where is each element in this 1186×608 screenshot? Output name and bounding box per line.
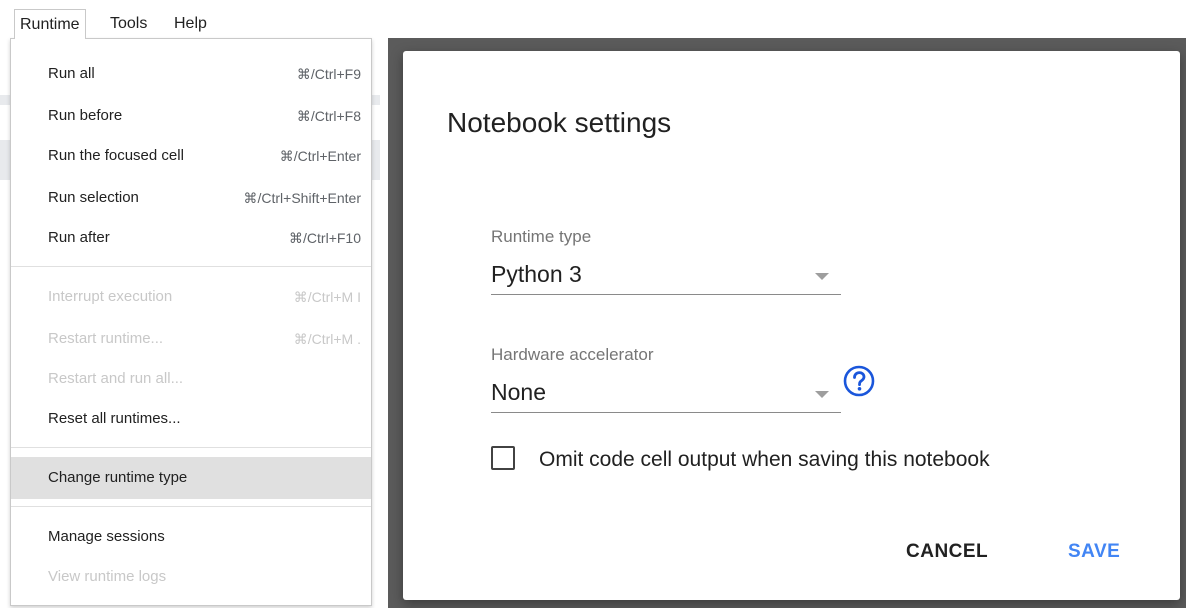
- menu-item-shortcut: ⌘/Ctrl+M I: [293, 289, 361, 305]
- menu-item-shortcut: ⌘/Ctrl+Enter: [279, 148, 361, 164]
- menu-item-label: Reset all runtimes...: [48, 410, 181, 427]
- menubar-help[interactable]: Help: [169, 9, 212, 39]
- menu-item-reset-all-runtimes[interactable]: Reset all runtimes...: [11, 398, 371, 440]
- menu-item-label: Restart and run all...: [48, 370, 184, 387]
- menu-item-view-runtime-logs: View runtime logs: [11, 556, 371, 598]
- menu-divider: [11, 447, 371, 448]
- menu-divider: [11, 266, 371, 267]
- menu-item-run-all[interactable]: Run all ⌘/Ctrl+F9: [11, 53, 371, 95]
- menu-item-restart-and-run-all: Restart and run all...: [11, 358, 371, 400]
- caret-down-icon: [815, 391, 829, 398]
- menu-item-run-focused-cell[interactable]: Run the focused cell ⌘/Ctrl+Enter: [11, 135, 371, 177]
- omit-output-label[interactable]: Omit code cell output when saving this n…: [539, 448, 990, 472]
- menu-item-run-selection[interactable]: Run selection ⌘/Ctrl+Shift+Enter: [11, 177, 371, 219]
- runtime-type-value: Python 3: [491, 261, 582, 287]
- menu-item-shortcut: ⌘/Ctrl+F9: [296, 66, 361, 82]
- runtime-type-select[interactable]: Python 3: [491, 259, 841, 295]
- save-button[interactable]: SAVE: [1068, 541, 1120, 563]
- menu-bar: Runtime Tools Help: [0, 0, 380, 39]
- menu-item-label: Run all: [48, 65, 95, 82]
- runtime-type-label: Runtime type: [491, 227, 592, 246]
- omit-output-checkbox[interactable]: [491, 446, 515, 470]
- menu-item-run-before[interactable]: Run before ⌘/Ctrl+F8: [11, 95, 371, 137]
- menu-item-interrupt-execution: Interrupt execution ⌘/Ctrl+M I: [11, 276, 371, 318]
- hardware-accelerator-select[interactable]: None: [491, 377, 841, 413]
- runtime-menu: Run all ⌘/Ctrl+F9 Run before ⌘/Ctrl+F8 R…: [10, 38, 372, 606]
- help-circle-icon[interactable]: [843, 365, 875, 397]
- hardware-accelerator-label: Hardware accelerator: [491, 345, 654, 364]
- menubar-tools[interactable]: Tools: [105, 9, 152, 39]
- menu-item-restart-runtime: Restart runtime... ⌘/Ctrl+M .: [11, 318, 371, 360]
- menu-divider: [11, 506, 371, 507]
- menu-item-run-after[interactable]: Run after ⌘/Ctrl+F10: [11, 217, 371, 259]
- menubar-runtime[interactable]: Runtime: [14, 9, 86, 39]
- menu-item-label: Change runtime type: [48, 469, 188, 486]
- menu-item-label: Restart runtime...: [48, 330, 164, 347]
- menu-item-manage-sessions[interactable]: Manage sessions: [11, 516, 371, 558]
- menu-item-label: Interrupt execution: [48, 288, 173, 305]
- menu-item-label: Run before: [48, 107, 123, 124]
- caret-down-icon: [815, 273, 829, 280]
- menu-item-label: Run the focused cell: [48, 147, 184, 164]
- menu-item-change-runtime-type[interactable]: Change runtime type: [11, 457, 371, 499]
- menu-item-label: Manage sessions: [48, 528, 165, 545]
- menu-item-shortcut: ⌘/Ctrl+F10: [289, 230, 361, 246]
- colab-screen: Runtime Tools Help Run all ⌘/Ctrl+F9 Run…: [0, 0, 1186, 608]
- hardware-accelerator-value: None: [491, 379, 546, 405]
- menu-item-shortcut: ⌘/Ctrl+Shift+Enter: [243, 190, 362, 206]
- menu-item-shortcut: ⌘/Ctrl+M .: [293, 331, 361, 347]
- menu-item-shortcut: ⌘/Ctrl+F8: [296, 108, 361, 124]
- notebook-settings-dialog: Notebook settings Runtime type Python 3 …: [403, 51, 1180, 600]
- menu-item-label: Run selection: [48, 189, 139, 206]
- cancel-button[interactable]: CANCEL: [906, 541, 988, 563]
- menu-item-label: View runtime logs: [48, 568, 167, 585]
- dialog-title: Notebook settings: [447, 107, 672, 138]
- menu-item-label: Run after: [48, 229, 110, 246]
